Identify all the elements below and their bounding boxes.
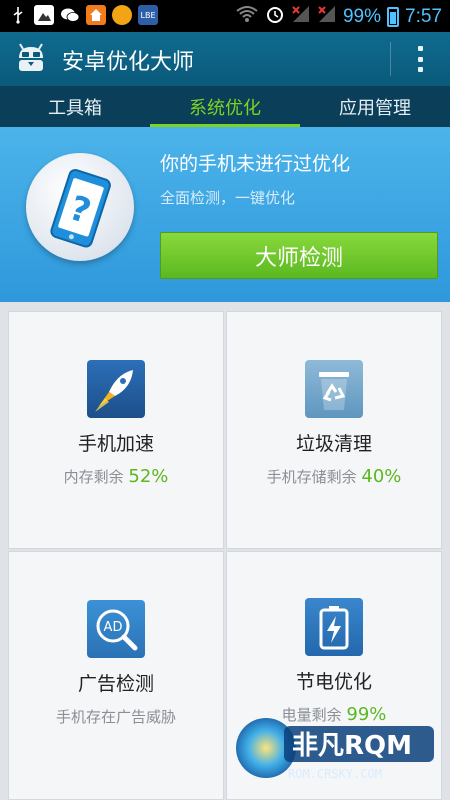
watermark-logo: 非凡RQM ROM.CRSKY.COM	[232, 712, 442, 786]
card-title: 手机加速	[77, 433, 154, 455]
battery-charge-icon	[305, 598, 363, 656]
divider	[390, 42, 391, 76]
android-robot-icon[interactable]	[14, 42, 48, 74]
card-title: 节电优化	[295, 671, 372, 693]
tab-bar: 工具箱 系统优化 应用管理	[0, 86, 450, 127]
home-icon	[86, 5, 106, 25]
card-ad-detect[interactable]: AD 广告检测 手机存在广告威胁	[8, 551, 224, 800]
recycle-bin-icon	[305, 360, 363, 418]
image-icon	[34, 5, 54, 25]
card-subtitle: 手机存储剩余 40%	[266, 466, 402, 487]
notification-icons: LBE	[8, 5, 158, 25]
battery-icon	[387, 6, 400, 27]
optimize-hero: ? 你的手机未进行过优化 全面检测，一键优化 大师检测	[0, 127, 450, 302]
card-value: 52%	[128, 466, 169, 487]
usb-icon	[8, 5, 28, 25]
battery-percent: 99%	[342, 5, 382, 27]
signal-icon	[291, 4, 311, 29]
hero-title: 你的手机未进行过优化	[160, 153, 351, 175]
card-phone-speedup[interactable]: 手机加速 内存剩余 52%	[8, 311, 224, 549]
signal-icon-2	[317, 4, 337, 29]
watermark-brand: 非凡RQM	[292, 731, 412, 761]
watermark-url: ROM.CRSKY.COM	[288, 767, 382, 781]
card-title: 广告检测	[77, 673, 154, 695]
master-check-button[interactable]: 大师检测	[160, 232, 438, 279]
alarm-icon	[265, 4, 285, 29]
tab-system-optimize[interactable]: 系统优化	[150, 86, 300, 127]
tab-toolbox[interactable]: 工具箱	[0, 86, 150, 127]
clock: 7:57	[405, 5, 442, 27]
tab-app-manage[interactable]: 应用管理	[300, 86, 450, 127]
system-status: 99% 7:57	[235, 4, 442, 29]
card-subtitle: 手机存在广告威胁	[55, 708, 176, 726]
card-title: 垃圾清理	[295, 433, 372, 455]
card-junk-clean[interactable]: 垃圾清理 手机存储剩余 40%	[226, 311, 442, 549]
app-title: 安卓优化大师	[62, 50, 195, 75]
phone-question-icon: ?	[26, 153, 134, 261]
coin-icon	[112, 5, 132, 25]
card-subtitle: 内存剩余 52%	[63, 466, 169, 487]
hero-subtitle: 全面检测，一键优化	[160, 189, 296, 207]
card-value: 40%	[361, 466, 402, 487]
lbe-icon: LBE	[138, 5, 158, 25]
more-vertical-icon[interactable]	[410, 44, 430, 74]
rocket-icon	[87, 360, 145, 418]
svg-text:AD: AD	[104, 620, 123, 635]
status-bar: LBE 99% 7:57	[0, 0, 450, 32]
wechat-icon	[60, 5, 80, 25]
app-bar: 安卓优化大师	[0, 32, 450, 86]
ad-search-icon: AD	[87, 600, 145, 658]
wifi-icon	[235, 5, 259, 28]
